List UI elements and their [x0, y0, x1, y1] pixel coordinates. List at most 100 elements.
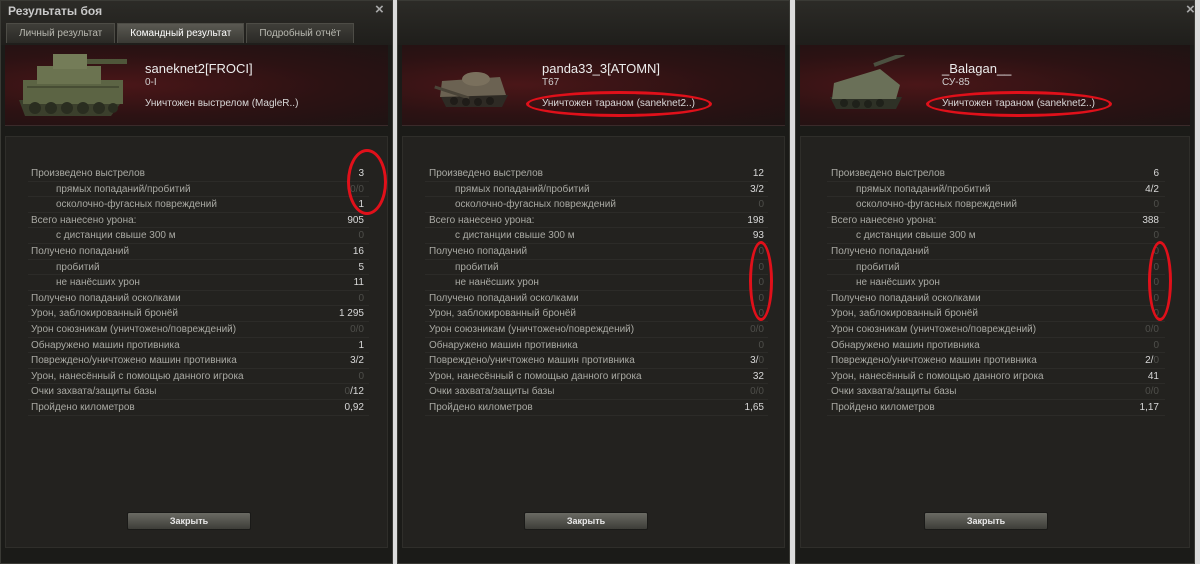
stat-label: Произведено выстрелов	[831, 168, 945, 179]
close-button[interactable]: Закрыть	[127, 512, 251, 530]
stat-value-number: 5	[358, 261, 364, 273]
stat-row: Всего нанесено урона: 388	[801, 213, 1189, 229]
stat-value-zero: 0/0	[1145, 386, 1159, 398]
stat-label: осколочно-фугасных повреждений	[856, 199, 1017, 211]
stat-label: Обнаружено машин противника	[429, 339, 578, 351]
stat-row: Урон союзникам (уничтожено/повреждений) 0…	[403, 322, 784, 338]
stat-value-number: 12	[752, 168, 764, 179]
stat-label: Получено попаданий	[429, 246, 528, 257]
stat-label: пробитий	[856, 261, 900, 273]
stat-row: Очки захвата/защиты базы 0/0	[403, 384, 784, 400]
stat-value-zero: 0/0	[750, 324, 764, 335]
stat-value: 1 295	[339, 306, 364, 322]
stat-row: Пройдено километров 1,65	[403, 400, 784, 416]
stat-row: Получено попаданий осколками 0	[403, 291, 784, 307]
stat-row: с дистанции свыше 300 м 0	[6, 228, 387, 244]
stat-row: прямых попаданий/пробитий 3/2	[403, 182, 784, 198]
stat-label: Урон, заблокированный бронёй	[429, 308, 577, 320]
stat-value-number: 1,65	[744, 402, 764, 413]
stat-label: Произведено выстрелов	[429, 168, 543, 179]
highlight-ellipse	[749, 241, 773, 321]
stat-value: 0/0	[1145, 384, 1159, 400]
close-icon[interactable]: ×	[375, 2, 384, 17]
stat-row: осколочно-фугасных повреждений 1	[6, 197, 387, 213]
stat-label: осколочно-фугасных повреждений	[455, 199, 616, 211]
stats-table: Произведено выстрелов 12 прямых попаданий/…	[402, 136, 785, 548]
stat-label: Получено попаданий	[31, 246, 130, 257]
stat-label: Всего нанесено урона:	[831, 214, 937, 226]
stat-label: Очки захвата/защиты базы	[831, 386, 957, 398]
stat-value-zero: 0	[758, 355, 764, 367]
stat-label: Урон, нанесённый с помощью данного игрок…	[831, 370, 1044, 382]
stat-label: Получено попаданий осколками	[31, 292, 181, 304]
stat-label: Урон, заблокированный бронёй	[831, 308, 979, 320]
stat-value: 0	[758, 197, 764, 213]
tab-personal-result[interactable]: Личный результат	[6, 23, 116, 43]
stat-value: 388	[1142, 213, 1159, 229]
stat-value-zero: 0	[358, 292, 364, 304]
stat-value: 1	[358, 338, 364, 354]
stat-value-number: 1,17	[1139, 402, 1159, 413]
stat-value: 0	[758, 338, 764, 354]
stat-label: с дистанции свыше 300 м	[56, 230, 176, 242]
close-icon[interactable]: ×	[1186, 2, 1195, 17]
stat-value-number: 0,92	[344, 402, 364, 413]
stat-value-number: 11	[353, 277, 364, 289]
stat-value-zero: 0/0	[350, 324, 364, 335]
close-button[interactable]: Закрыть	[524, 512, 648, 530]
stat-value-number: 905	[347, 214, 364, 226]
stat-value-number: 4/2	[1145, 183, 1159, 195]
stat-row: не нанёсших урон 0	[403, 275, 784, 291]
stat-row: Обнаружено машин противника 1	[6, 338, 387, 354]
stat-row: прямых попаданий/пробитий 4/2	[801, 182, 1189, 198]
stat-label: Урон, заблокированный бронёй	[31, 308, 179, 320]
stat-value-number: 1 295	[338, 308, 364, 320]
tab-detailed-report[interactable]: Подробный отчёт	[246, 23, 354, 43]
stat-value: 41	[1148, 369, 1159, 385]
stat-row: Повреждено/уничтожено машин противника 2/…	[801, 353, 1189, 369]
stat-value-number: 3/2	[350, 355, 364, 367]
stat-row: Произведено выстрелов 6	[801, 166, 1189, 182]
close-button[interactable]: Закрыть	[924, 512, 1048, 530]
stat-label: Повреждено/уничтожено машин противника	[429, 355, 635, 367]
stat-value-zero: 0	[1153, 339, 1159, 351]
stat-label: Всего нанесено урона:	[429, 214, 535, 226]
stat-row: Урон союзникам (уничтожено/повреждений) 0…	[801, 322, 1189, 338]
stat-row: Повреждено/уничтожено машин противника 3/…	[403, 353, 784, 369]
stat-value: 11	[354, 275, 364, 291]
stat-value: 2/0	[1145, 353, 1159, 369]
highlight-ellipse	[926, 91, 1112, 117]
stat-label: Урон, нанесённый с помощью данного игрок…	[429, 370, 642, 382]
stat-row: Очки захвата/защиты базы 0/0	[801, 384, 1189, 400]
stat-value-zero: 0	[358, 370, 364, 382]
stat-row: с дистанции свыше 300 м 93	[403, 228, 784, 244]
stat-row: не нанёсших урон 11	[6, 275, 387, 291]
stat-value: 6	[1153, 166, 1159, 182]
player-name: panda33_3[ATOMN]	[542, 61, 661, 76]
highlight-ellipse	[526, 91, 712, 117]
highlight-ellipse	[1148, 241, 1172, 321]
stat-value-zero: 0/0	[750, 386, 764, 398]
stat-row: осколочно-фугасных повреждений 0	[403, 197, 784, 213]
window-titlebar[interactable]: Результаты боя × Личный результат Команд…	[1, 1, 392, 45]
stat-label: не нанёсших урон	[56, 277, 140, 289]
vehicle-name: СУ-85	[942, 77, 970, 88]
stat-row: Получено попаданий осколками 0	[801, 291, 1189, 307]
stat-label: прямых попаданий/пробитий	[856, 183, 991, 195]
stat-row: с дистанции свыше 300 м 0	[801, 228, 1189, 244]
stat-label: Всего нанесено урона:	[31, 214, 137, 226]
tank-destroyer-icon	[434, 72, 508, 107]
panel-titlebar: ×	[796, 1, 1195, 45]
stat-value: 0	[1153, 338, 1159, 354]
tab-team-result[interactable]: Командный результат	[117, 23, 245, 43]
stat-row: Пройдено километров 0,92	[6, 400, 387, 416]
stat-value-number: 32	[752, 370, 764, 382]
stat-value-number: 198	[747, 214, 764, 226]
row-divider	[28, 414, 369, 416]
stat-value-number: 388	[1142, 214, 1159, 226]
stat-label: с дистанции свыше 300 м	[455, 230, 575, 242]
player-header: saneknet2[FROCI] 0-I Уничтожен выстрелом…	[5, 45, 388, 126]
vehicle-name: T67	[542, 77, 560, 88]
stat-row: Урон, заблокированный бронёй 0	[403, 306, 784, 322]
stat-value: 3/2	[350, 353, 364, 369]
